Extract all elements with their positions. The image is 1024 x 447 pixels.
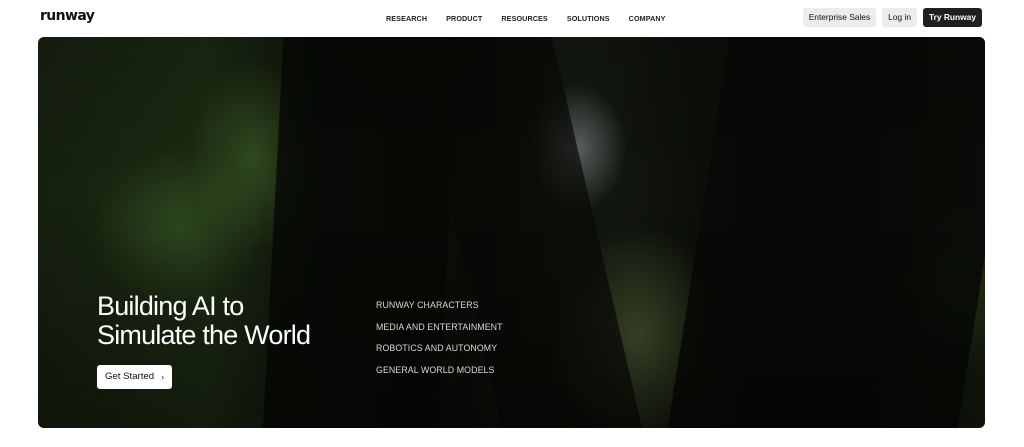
hero-solution-links: RUNWAY CHARACTERS MEDIA AND ENTERTAINMEN… bbox=[376, 300, 503, 375]
runway-logo[interactable]: runway bbox=[40, 8, 95, 24]
hero-headline-line: Building AI to bbox=[97, 291, 244, 321]
main-nav: RESEARCH PRODUCT RESOURCES SOLUTIONS COM… bbox=[386, 14, 666, 23]
link-general-world-models[interactable]: GENERAL WORLD MODELS bbox=[376, 365, 503, 375]
chevron-right-icon: › bbox=[161, 372, 165, 382]
top-navigation-bar: runway RESEARCH PRODUCT RESOURCES SOLUTI… bbox=[0, 0, 1024, 36]
enterprise-sales-button[interactable]: Enterprise Sales bbox=[802, 8, 877, 27]
nav-company[interactable]: COMPANY bbox=[629, 14, 666, 23]
nav-solutions[interactable]: SOLUTIONS bbox=[567, 14, 610, 23]
nav-resources[interactable]: RESOURCES bbox=[501, 14, 547, 23]
get-started-label: Get Started bbox=[105, 371, 155, 382]
header-actions: Enterprise Sales Log in Try Runway bbox=[802, 8, 982, 27]
hero-section: Building AI to Simulate the World Get St… bbox=[38, 37, 985, 428]
nav-research[interactable]: RESEARCH bbox=[386, 14, 427, 23]
nav-product[interactable]: PRODUCT bbox=[446, 14, 482, 23]
hero-vignette bbox=[38, 37, 985, 428]
link-media-entertainment[interactable]: MEDIA AND ENTERTAINMENT bbox=[376, 322, 503, 332]
get-started-button[interactable]: Get Started › bbox=[97, 365, 173, 389]
link-robotics-autonomy[interactable]: ROBOTICS AND AUTONOMY bbox=[376, 343, 503, 353]
link-runway-characters[interactable]: RUNWAY CHARACTERS bbox=[376, 300, 503, 310]
hero-headline: Building AI to Simulate the World bbox=[97, 292, 357, 350]
login-button[interactable]: Log in bbox=[882, 8, 917, 27]
hero-headline-line: Simulate the World bbox=[97, 320, 311, 350]
try-runway-button[interactable]: Try Runway bbox=[922, 8, 982, 27]
